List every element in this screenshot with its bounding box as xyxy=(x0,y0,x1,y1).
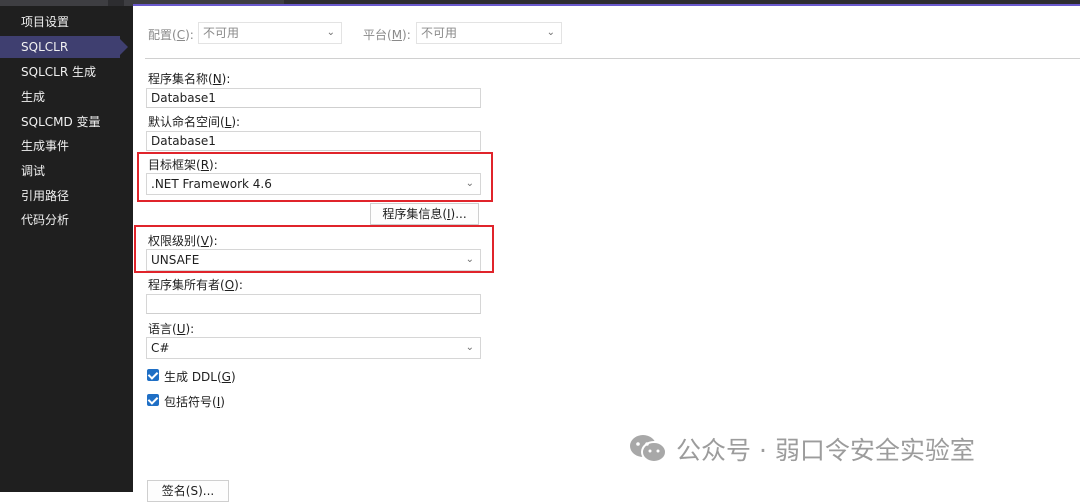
include-symbols-checkbox[interactable] xyxy=(147,394,159,406)
chevron-down-icon: ⌄ xyxy=(465,342,474,353)
config-select[interactable]: 不可用 ⌄ xyxy=(198,22,342,44)
platform-label: 平台(M): xyxy=(363,28,411,42)
wechat-icon xyxy=(630,435,667,463)
sidebar-item-build[interactable]: 生成 xyxy=(0,86,133,108)
assembly-name-label: 程序集名称(N): xyxy=(148,72,231,86)
chevron-down-icon: ⌄ xyxy=(326,27,335,38)
assembly-owner-label: 程序集所有者(O): xyxy=(148,278,243,292)
default-namespace-input[interactable]: Database1 xyxy=(146,131,481,151)
target-framework-select[interactable]: .NET Framework 4.6 ⌄ xyxy=(146,173,481,195)
assembly-name-input[interactable]: Database1 xyxy=(146,88,481,108)
language-label: 语言(U): xyxy=(148,322,195,336)
include-symbols-label: 包括符号(I) xyxy=(164,395,225,409)
language-select[interactable]: C# ⌄ xyxy=(146,337,481,359)
permission-level-select[interactable]: UNSAFE ⌄ xyxy=(146,249,481,271)
target-framework-label: 目标框架(R): xyxy=(148,158,218,172)
chevron-down-icon: ⌄ xyxy=(546,27,555,38)
permission-level-label: 权限级别(V): xyxy=(148,234,218,248)
sidebar-item-build-events[interactable]: 生成事件 xyxy=(0,135,133,157)
sidebar-item-code-analysis[interactable]: 代码分析 xyxy=(0,209,133,231)
chevron-down-icon: ⌄ xyxy=(465,254,474,265)
sidebar-item-debug[interactable]: 调试 xyxy=(0,160,133,182)
sidebar-item-reference-paths[interactable]: 引用路径 xyxy=(0,185,133,207)
default-namespace-label: 默认命名空间(L): xyxy=(148,115,241,129)
watermark: 公众号 · 弱口令安全实验室 xyxy=(628,432,975,466)
assembly-owner-input[interactable] xyxy=(146,294,481,314)
sign-button[interactable]: 签名(S)... xyxy=(147,480,229,502)
divider xyxy=(145,58,1080,59)
assembly-info-button[interactable]: 程序集信息(I)... xyxy=(370,203,479,225)
config-label: 配置(C): xyxy=(148,28,194,42)
generate-ddl-checkbox[interactable] xyxy=(147,369,159,381)
properties-panel: 配置(C): 不可用 ⌄ 平台(M): 不可用 ⌄ 程序集名称(N): Databa… xyxy=(133,6,1080,502)
platform-select[interactable]: 不可用 ⌄ xyxy=(416,22,562,44)
chevron-down-icon: ⌄ xyxy=(465,178,474,189)
sidebar-item-sqlcmd-variables[interactable]: SQLCMD 变量 xyxy=(0,111,133,133)
generate-ddl-label: 生成 DDL(G) xyxy=(164,370,236,384)
sidebar-item-sqlclr[interactable]: SQLCLR xyxy=(0,36,128,58)
sidebar: 项目设置 SQLCLR SQLCLR 生成 生成 SQLCMD 变量 生成事件 … xyxy=(0,6,133,492)
sidebar-item-project-settings[interactable]: 项目设置 xyxy=(0,11,133,33)
sidebar-item-sqlclr-build[interactable]: SQLCLR 生成 xyxy=(0,61,133,83)
